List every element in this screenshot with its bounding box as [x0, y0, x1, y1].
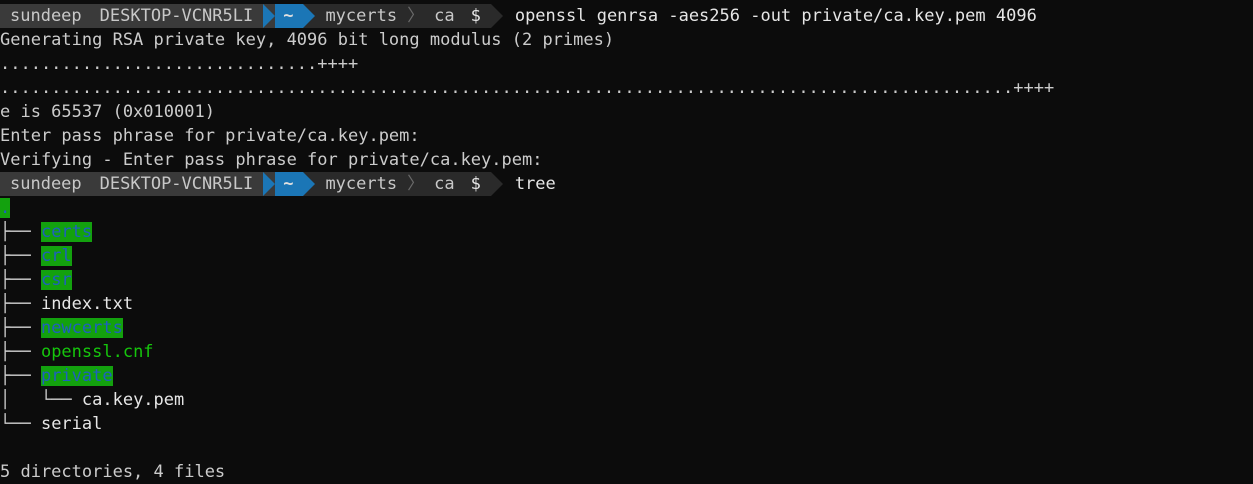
prompt-line-2: sundeep DESKTOP-VCNR5LI ~ mycerts 〉 ca $… [0, 172, 556, 196]
tree-entry: ├── newcerts [0, 316, 123, 340]
prompt-dir-ca: ca [426, 172, 465, 196]
prompt-dir-ca: ca [426, 4, 465, 28]
prompt-line-1: sundeep DESKTOP-VCNR5LI ~ mycerts 〉 ca $… [0, 4, 1037, 28]
powerline-arrow-icon [263, 172, 276, 196]
prompt-host: DESKTOP-VCNR5LI [93, 172, 264, 196]
tree-branch: ├── [0, 366, 41, 386]
tree-branch: ├── [0, 342, 41, 362]
tree-file-name: serial [40, 414, 103, 434]
prompt-dir-mycerts: mycerts [315, 4, 406, 28]
powerline-arrow-icon [303, 4, 316, 28]
tree-entry: ├── csr [0, 268, 72, 292]
tree-exec-file-name: openssl.cnf [40, 342, 154, 362]
command-text: tree [514, 174, 556, 194]
path-separator-icon: 〉 [405, 172, 427, 196]
tree-entry: ├── index.txt [0, 292, 133, 316]
tree-entry: ├── crl [0, 244, 72, 268]
tree-entry: ├── certs [0, 220, 93, 244]
prompt-dollar: $ [464, 4, 491, 28]
prompt-home: ~ [275, 4, 304, 28]
tree-dir-name: certs [40, 222, 93, 242]
tree-entry: ├── openssl.cnf [0, 340, 154, 364]
tree-file-name: index.txt [40, 294, 134, 314]
output-line: Enter pass phrase for private/ca.key.pem… [0, 126, 420, 146]
powerline-arrow-icon [490, 4, 503, 28]
tree-branch: ├── [0, 222, 41, 242]
tree-dir-name: crl [40, 246, 72, 266]
prompt-host: DESKTOP-VCNR5LI [93, 4, 264, 28]
terminal-window[interactable]: sundeep DESKTOP-VCNR5LI ~ mycerts 〉 ca $… [0, 0, 1253, 484]
tree-root-dot: . [0, 198, 11, 218]
prompt-dir-mycerts: mycerts [315, 172, 406, 196]
tree-entry: ├── private [0, 364, 113, 388]
tree-dir-name: csr [40, 270, 72, 290]
prompt-dollar: $ [464, 172, 491, 196]
output-line: ........................................… [0, 78, 1055, 98]
output-line: e is 65537 (0x010001) [0, 102, 215, 122]
tree-branch: │ └── [0, 390, 82, 410]
path-separator-icon: 〉 [405, 4, 427, 28]
tree-branch: ├── [0, 318, 41, 338]
tree-branch: ├── [0, 294, 41, 314]
prompt-user: sundeep [0, 4, 94, 28]
powerline-arrow-icon [303, 172, 316, 196]
tree-root: . [0, 196, 11, 220]
tree-branch: └── [0, 414, 41, 434]
powerline-arrow-icon [490, 172, 503, 196]
tree-dir-name: private [40, 366, 113, 386]
tree-branch: ├── [0, 270, 41, 290]
powerline-arrow-icon [263, 4, 276, 28]
tree-entry: │ └── ca.key.pem [0, 388, 184, 412]
tree-file-name: ca.key.pem [81, 390, 185, 410]
output-line: Verifying - Enter pass phrase for privat… [0, 150, 543, 170]
tree-dir-name: newcerts [40, 318, 123, 338]
command-text: openssl genrsa -aes256 -out private/ca.k… [514, 6, 1037, 26]
tree-entry: └── serial [0, 412, 102, 436]
prompt-home: ~ [275, 172, 304, 196]
output-line: Generating RSA private key, 4096 bit lon… [0, 30, 615, 50]
output-line: ...............................++++ [0, 54, 359, 74]
tree-summary: 5 directories, 4 files [0, 462, 226, 482]
prompt-user: sundeep [0, 172, 94, 196]
tree-branch: ├── [0, 246, 41, 266]
